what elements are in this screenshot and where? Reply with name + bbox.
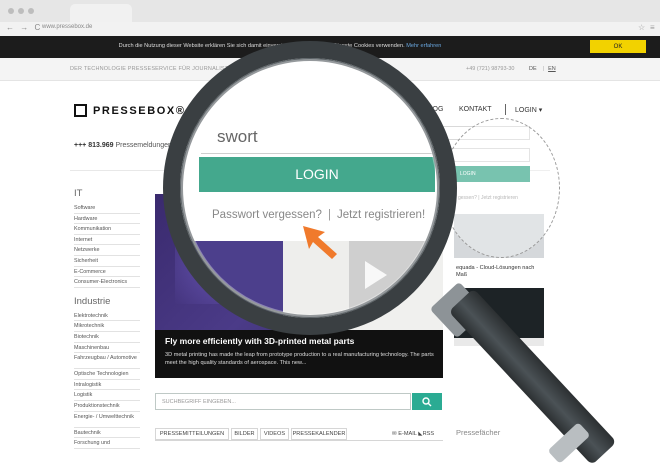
category-item[interactable]: Biotechnik	[74, 332, 140, 343]
category-title-it: IT	[74, 188, 83, 199]
magnifier-ring-shine	[181, 59, 439, 317]
browser-tab[interactable]	[70, 4, 132, 22]
hero-caption: Fly more efficiently with 3D-printed met…	[155, 330, 443, 378]
tab-pressemitteilungen[interactable]: PRESSEMITTEILUNGEN	[155, 428, 229, 440]
category-item[interactable]: Mikrotechnik	[74, 321, 140, 332]
search-icon	[422, 397, 432, 407]
category-item[interactable]: Forschung und	[74, 438, 140, 449]
rss-link[interactable]: RSS	[423, 431, 435, 437]
browser-menu-icon[interactable]: ≡	[650, 23, 655, 32]
stats-count: +++ 813.969	[74, 142, 114, 149]
email-rss-links: ✉ E-MAIL ◣RSS	[392, 431, 434, 437]
tab-underline	[155, 440, 443, 441]
cookie-more-link[interactable]: Mehr erfahren	[406, 43, 441, 49]
cookie-ok-button[interactable]: OK	[590, 40, 646, 53]
category-item[interactable]: Hardware	[74, 214, 140, 225]
hero-title[interactable]: Fly more efficiently with 3D-printed met…	[165, 336, 354, 346]
category-item[interactable]: Logistik	[74, 390, 140, 401]
search-button[interactable]	[412, 393, 442, 410]
language-switch: DE | EN	[529, 66, 556, 72]
phone-number: +49 (721) 98793-30	[466, 66, 515, 72]
category-item[interactable]: Fahrzeugbau / Automotive	[74, 353, 140, 370]
nav-login-link[interactable]: LOGIN ▾	[515, 106, 542, 114]
lang-en-link[interactable]: EN	[548, 66, 556, 72]
window-maximize-dot[interactable]	[28, 8, 34, 14]
tab-videos[interactable]: VIDEOS	[260, 428, 289, 440]
category-item[interactable]: E-Commerce	[74, 267, 140, 278]
category-item[interactable]: Optische Technologien	[74, 369, 140, 380]
category-item[interactable]: Kommunikation	[74, 224, 140, 235]
nav-kontakt-link[interactable]: KONTAKT	[459, 106, 492, 113]
window-minimize-dot[interactable]	[18, 8, 24, 14]
category-item[interactable]: Netzwerke	[74, 245, 140, 256]
bookmark-star-icon[interactable]: ☆	[638, 23, 645, 32]
tab-pressekalender[interactable]: PRESSEKALENDER	[291, 428, 347, 440]
logo-text: PRESSEBOX®	[93, 105, 186, 117]
url-field[interactable]: www.pressebox.de	[42, 24, 92, 30]
window-close-dot[interactable]	[8, 8, 14, 14]
browser-tab-strip	[0, 0, 660, 22]
category-title-industrie: Industrie	[74, 295, 111, 307]
cursor-arrow-icon	[303, 226, 337, 259]
category-item[interactable]: Software	[74, 203, 140, 214]
category-item[interactable]: Internet	[74, 235, 140, 246]
hero-description: 3D metal printing has made the leap from…	[165, 352, 434, 366]
pressefaecher-heading: Pressefächer	[456, 428, 501, 437]
category-item[interactable]: Bautechnik	[74, 428, 140, 439]
teaser-text[interactable]: equada - Cloud-Lösungen nach Maß	[456, 265, 546, 279]
search-input[interactable]	[155, 393, 411, 410]
stats-label: Pressemeldungen	[115, 142, 172, 149]
category-item[interactable]: Sicherheit	[74, 256, 140, 267]
lang-de-link[interactable]: DE	[529, 66, 537, 72]
logo-square-icon	[74, 104, 87, 117]
secondary-magnifier-outline	[442, 118, 560, 258]
tab-bilder[interactable]: BILDER	[231, 428, 258, 440]
category-sidebar: IT Software Hardware Kommunikation Inter…	[74, 188, 140, 449]
category-item[interactable]: Elektrotechnik	[74, 311, 140, 322]
browser-nav-arrows[interactable]: ← → C	[6, 23, 42, 32]
email-icon: ✉	[392, 431, 397, 437]
address-bar: ← → C www.pressebox.de ☆ ≡	[0, 22, 660, 37]
category-item[interactable]: Consumer-Electronics	[74, 277, 140, 288]
category-item[interactable]: Maschinenbau	[74, 343, 140, 354]
nav-separator	[505, 104, 506, 115]
category-item[interactable]: Produktionstechnik	[74, 401, 140, 412]
email-link[interactable]: E-MAIL	[398, 431, 416, 437]
category-item[interactable]: Intralogistik	[74, 380, 140, 391]
category-item[interactable]: Energie- / Umwelttechnik	[74, 412, 140, 428]
